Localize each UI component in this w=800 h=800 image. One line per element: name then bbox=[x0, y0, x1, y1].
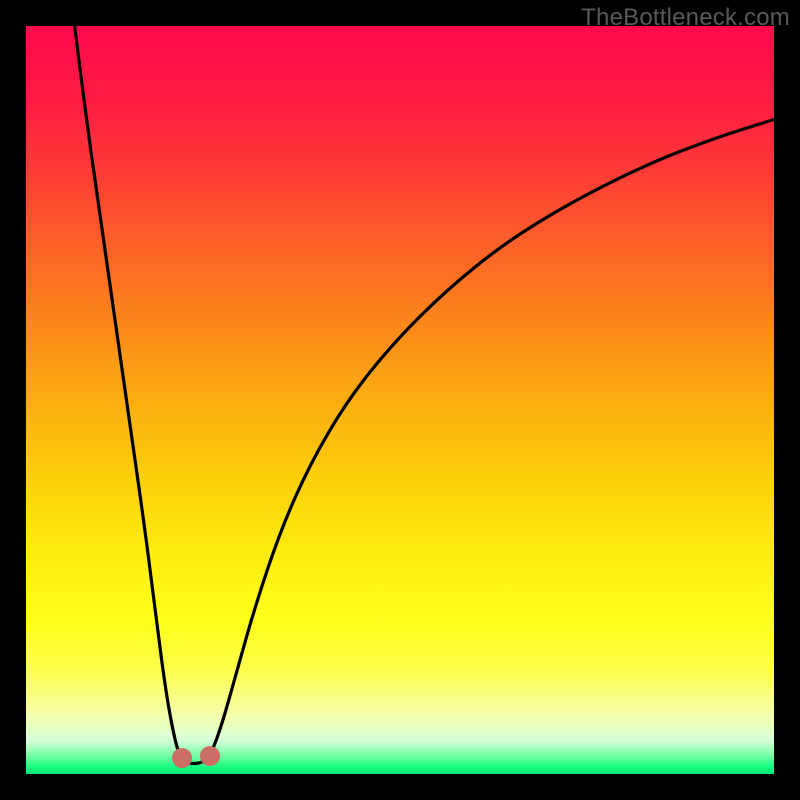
marker-layer bbox=[26, 26, 774, 774]
chart-frame: TheBottleneck.com bbox=[0, 0, 800, 800]
right-dot bbox=[200, 746, 220, 766]
watermark-text: TheBottleneck.com bbox=[581, 4, 790, 32]
plot-area bbox=[26, 26, 774, 774]
left-dot bbox=[172, 748, 192, 768]
